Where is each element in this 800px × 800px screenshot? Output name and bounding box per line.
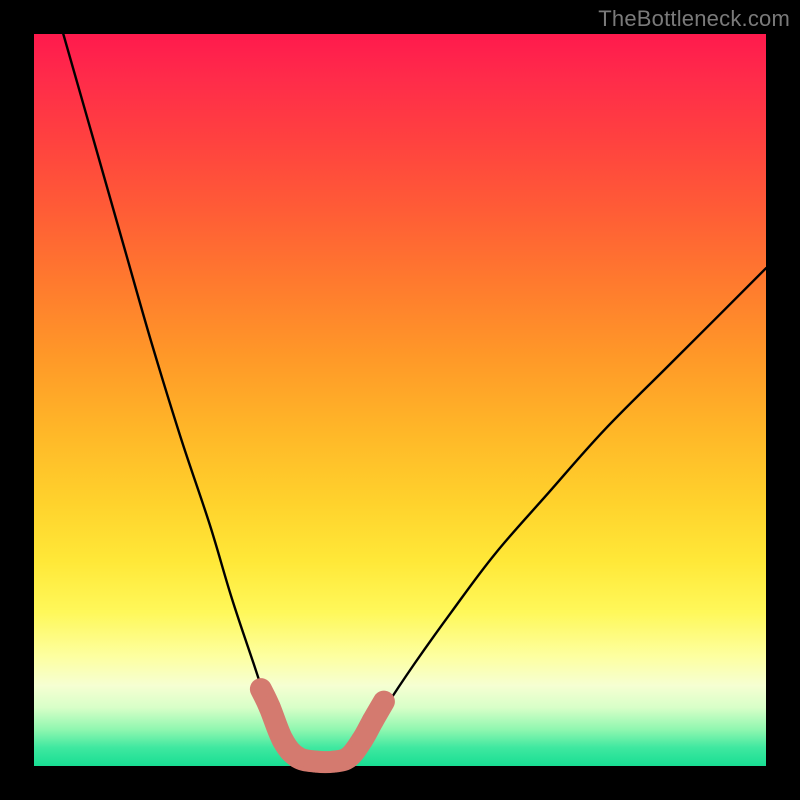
bead-point: [287, 746, 309, 768]
bead-point: [351, 729, 373, 751]
chart-svg: [34, 34, 766, 766]
right-curve: [345, 268, 766, 766]
watermark-label: TheBottleneck.com: [598, 6, 790, 32]
bead-point: [375, 693, 393, 711]
plot-area: [34, 34, 766, 766]
bead-point: [272, 729, 294, 751]
bead-point: [362, 710, 384, 732]
bead-point: [252, 680, 270, 698]
chart-stage: TheBottleneck.com: [0, 0, 800, 800]
bead-point: [259, 696, 281, 718]
left-curve: [63, 34, 301, 766]
